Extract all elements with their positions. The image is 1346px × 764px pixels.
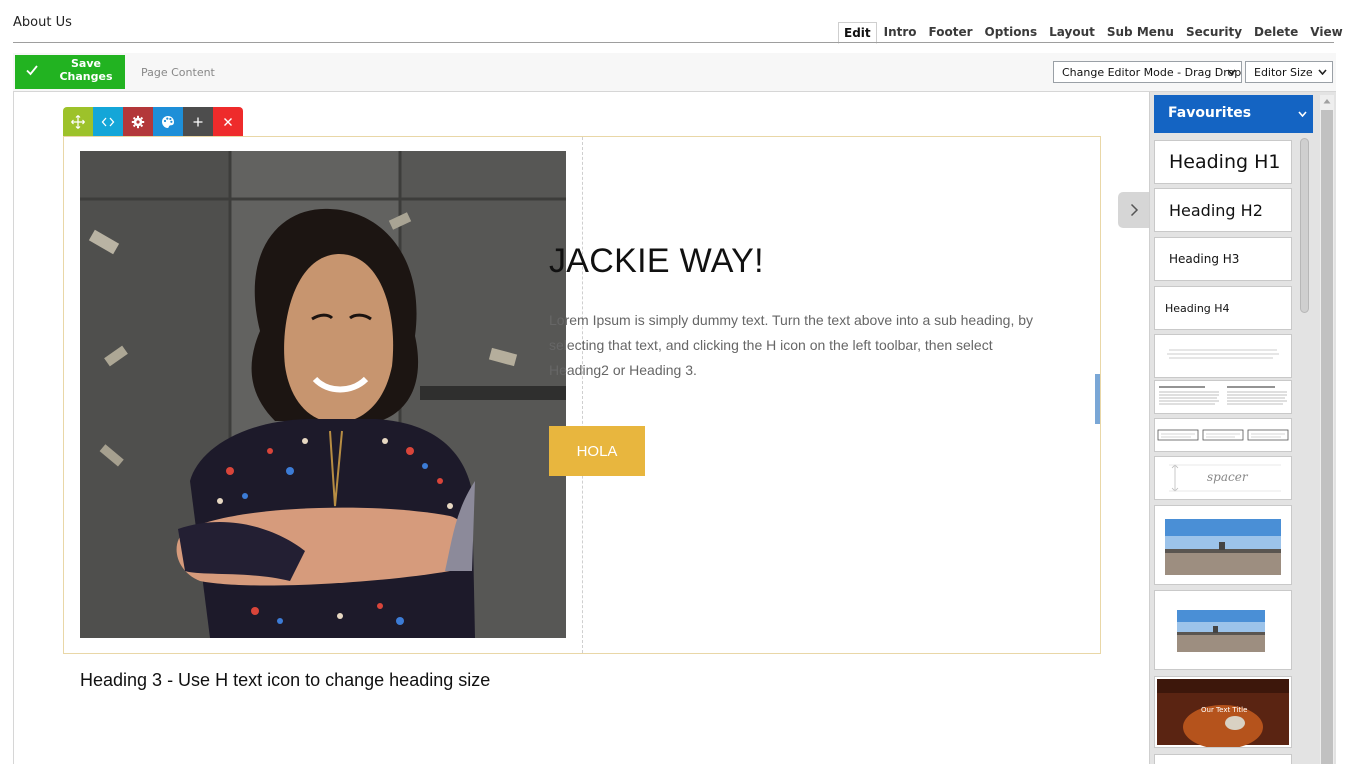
three-box-preview-image — [1157, 429, 1289, 441]
snippet-heading-h3[interactable]: Heading H3 — [1154, 237, 1292, 281]
chevron-right-icon — [1130, 203, 1138, 217]
tab-edit[interactable]: Edit — [838, 22, 877, 44]
content-row-block[interactable] — [63, 136, 1101, 654]
page-content-label: Page Content — [141, 66, 215, 79]
snippet-category-label: Favourites — [1168, 105, 1252, 121]
checkmark-icon — [26, 65, 38, 76]
chevron-down-icon — [1227, 69, 1236, 75]
tab-sub-menu[interactable]: Sub Menu — [1102, 25, 1179, 43]
heading-3-text[interactable]: Heading 3 - Use H text icon to change he… — [80, 670, 490, 691]
tab-security[interactable]: Security — [1181, 25, 1247, 43]
snippet-title-label: Our Text Title — [1201, 706, 1248, 714]
settings-button[interactable] — [123, 107, 153, 137]
snippet-label: Heading H4 — [1165, 301, 1230, 315]
content-heading[interactable]: JACKIE WAY! — [549, 242, 764, 281]
palette-icon — [162, 116, 174, 128]
editor-mode-value: Change Editor Mode - Drag Drop — [1062, 66, 1242, 79]
two-column-preview-image — [1159, 386, 1287, 405]
snippet-label: Heading H2 — [1169, 200, 1263, 220]
snippet-heading-h4[interactable]: Heading H4 — [1154, 286, 1292, 330]
editor-toolbar: Save Changes Page Content Change Editor … — [13, 53, 1336, 91]
tab-bar: Edit Intro Footer Options Layout Sub Men… — [838, 19, 1346, 44]
paragraph-preview-image — [1167, 349, 1279, 359]
snippet-label: Heading H1 — [1169, 151, 1281, 173]
resize-handle[interactable] — [1095, 374, 1100, 424]
editor-size-select[interactable]: Editor Size — [1245, 61, 1333, 83]
color-palette-button[interactable] — [153, 107, 183, 137]
profile-photo[interactable] — [80, 151, 566, 638]
snippet-centered-image[interactable] — [1154, 590, 1292, 670]
tab-intro[interactable]: Intro — [879, 25, 922, 43]
scroll-up-icon[interactable] — [1323, 98, 1331, 104]
column-divider — [582, 137, 583, 653]
snippet-list-scrollbar[interactable] — [1300, 138, 1309, 313]
row-toolbar — [63, 107, 243, 137]
tab-view[interactable]: View — [1305, 25, 1346, 43]
content-paragraph[interactable]: Lorem Ipsum is simply dummy text. Turn t… — [549, 308, 1041, 383]
snippet-panel-toggle[interactable] — [1118, 192, 1150, 228]
save-changes-button[interactable]: Save Changes — [15, 55, 125, 89]
snippet-heading-h2[interactable]: Heading H2 — [1154, 188, 1292, 232]
snippet-panel: Favourites Heading H1 Heading H2 Heading… — [1149, 92, 1336, 764]
gear-icon — [131, 115, 145, 129]
hola-button[interactable]: HOLA — [549, 426, 645, 476]
tab-footer[interactable]: Footer — [924, 25, 978, 43]
editor-size-value: Editor Size — [1254, 66, 1313, 79]
landscape-preview-image — [1177, 610, 1265, 652]
snippet-two-columns[interactable] — [1154, 380, 1292, 414]
snippet-wide-image[interactable] — [1154, 505, 1292, 585]
snippet-paragraph[interactable] — [1154, 334, 1292, 378]
move-icon — [71, 115, 85, 129]
close-icon — [224, 118, 232, 126]
tab-options[interactable]: Options — [980, 25, 1043, 43]
editor-mode-select[interactable]: Change Editor Mode - Drag Drop — [1053, 61, 1242, 83]
plus-icon — [193, 117, 203, 127]
snippet-label: Heading H3 — [1169, 252, 1240, 266]
snippet-spacer[interactable]: spacer — [1154, 456, 1292, 500]
snippet-image-with-title[interactable]: Our Text Title — [1154, 676, 1292, 748]
tab-layout[interactable]: Layout — [1044, 25, 1100, 43]
landscape-preview-image — [1165, 519, 1281, 575]
snippet-category-select[interactable]: Favourites — [1154, 95, 1313, 133]
save-changes-label: Save Changes — [59, 57, 113, 83]
snippet-next[interactable] — [1154, 754, 1292, 764]
delete-row-button[interactable] — [213, 107, 243, 137]
add-row-button[interactable] — [183, 107, 213, 137]
header-divider — [13, 42, 1334, 43]
chevron-down-icon — [1318, 69, 1327, 75]
snippet-three-boxes[interactable] — [1154, 418, 1292, 452]
panel-scrollbar-thumb[interactable] — [1321, 110, 1333, 764]
page-title: About Us — [13, 15, 72, 30]
tab-delete[interactable]: Delete — [1249, 25, 1303, 43]
code-icon — [101, 117, 115, 127]
chevron-down-icon — [1298, 111, 1307, 117]
woman-portrait-image — [80, 151, 566, 638]
spacer-label: spacer — [1207, 470, 1248, 484]
editor-canvas: JACKIE WAY! Lorem Ipsum is simply dummy … — [13, 91, 1336, 764]
snippet-heading-h1[interactable]: Heading H1 — [1154, 140, 1292, 184]
html-code-button[interactable] — [93, 107, 123, 137]
move-button[interactable] — [63, 107, 93, 137]
